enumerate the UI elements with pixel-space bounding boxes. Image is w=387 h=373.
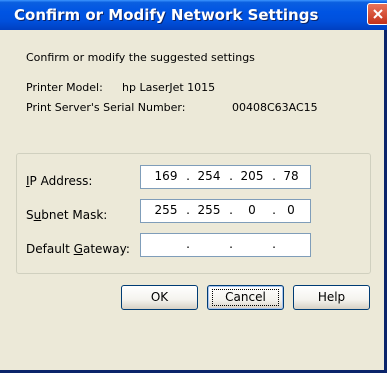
serial-number-label: Print Server's Serial Number: (26, 101, 186, 114)
ip-address-label: IP Address: (26, 174, 93, 188)
window-title: Confirm or Modify Network Settings (14, 6, 319, 24)
intro-text: Confirm or modify the suggested settings (26, 51, 255, 64)
subnet-octet-3[interactable]: 0 (235, 203, 269, 217)
cancel-button-label: Cancel (225, 290, 266, 304)
title-bar[interactable]: Confirm or Modify Network Settings (0, 0, 387, 30)
ip-octet-1[interactable]: 169 (149, 169, 183, 183)
subnet-separator-1: . (186, 203, 190, 217)
subnet-mask-label: Subnet Mask: (26, 208, 108, 222)
gateway-separator-2: . (229, 237, 233, 251)
printer-model-value: hp LaserJet 1015 (122, 81, 216, 94)
ip-octet-2[interactable]: 254 (192, 169, 226, 183)
ip-octet-4[interactable]: 78 (274, 169, 308, 183)
dialog-window: Confirm or Modify Network Settings Confi… (0, 0, 387, 373)
subnet-octet-1[interactable]: 255 (149, 203, 183, 217)
default-gateway-field[interactable]: . . . (140, 233, 311, 257)
printer-model-label: Printer Model: (26, 81, 103, 94)
cancel-button[interactable]: Cancel (207, 285, 284, 310)
ip-octet-3[interactable]: 205 (235, 169, 269, 183)
default-gateway-mnemonic: G (73, 242, 83, 256)
default-gateway-label: Default Gateway: (26, 242, 130, 256)
subnet-octet-4[interactable]: 0 (274, 203, 308, 217)
help-button[interactable]: Help (293, 285, 370, 310)
gateway-separator-3: . (272, 237, 276, 251)
ip-separator-1: . (186, 169, 190, 183)
serial-number-value: 00408C63AC15 (232, 101, 318, 114)
close-button[interactable] (367, 3, 387, 25)
ip-address-field[interactable]: 169 . 254 . 205 . 78 (140, 165, 311, 189)
dialog-body: Confirm or modify the suggested settings… (0, 30, 381, 367)
gateway-separator-1: . (186, 237, 190, 251)
subnet-separator-2: . (229, 203, 233, 217)
subnet-octet-2[interactable]: 255 (192, 203, 226, 217)
ip-separator-2: . (229, 169, 233, 183)
close-icon (373, 9, 383, 19)
subnet-mask-field[interactable]: 255 . 255 . 0 . 0 (140, 199, 311, 223)
ok-button[interactable]: OK (121, 285, 198, 310)
